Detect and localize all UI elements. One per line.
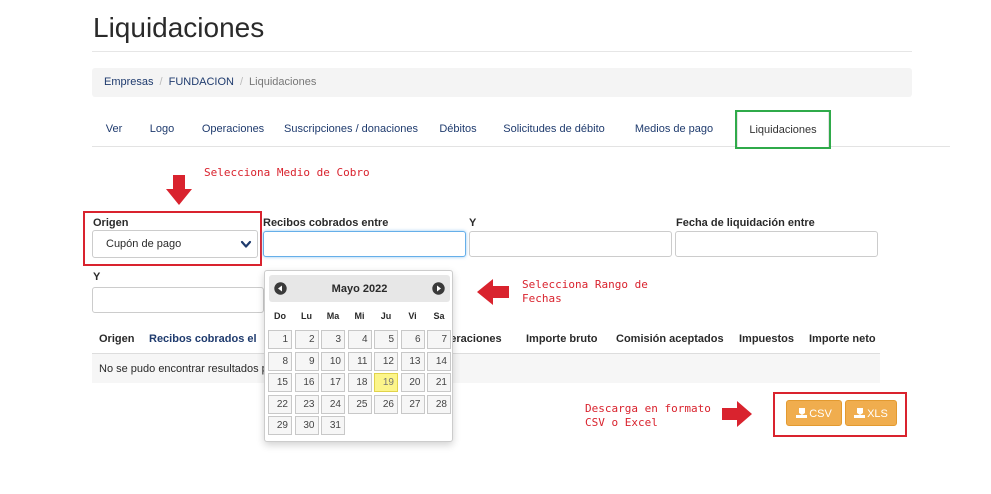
tab-debitos[interactable]: Débitos (424, 111, 492, 147)
calendar-day[interactable]: 1 (268, 330, 292, 349)
recibos-label: Recibos cobrados entre (263, 217, 389, 229)
liquidacion-label: Fecha de liquidación entre (676, 217, 815, 229)
calendar-day[interactable]: 30 (294, 416, 319, 435)
breadcrumb-separator: / (239, 76, 244, 88)
weekday-label: Ju (380, 311, 392, 321)
datepicker-month: Mayo 2022 (331, 283, 388, 295)
weekday-label: Sa (433, 311, 445, 321)
calendar-day[interactable]: 8 (268, 351, 292, 371)
calendar-day[interactable]: 24 (321, 394, 345, 414)
calendar-day[interactable]: 18 (347, 373, 372, 392)
tab-ver[interactable]: Ver (92, 111, 136, 147)
recibos-hasta-label: Y (469, 217, 477, 229)
column-comision-aceptados[interactable]: Comisión aceptados (616, 333, 724, 345)
calendar-day[interactable]: 27 (400, 394, 425, 414)
empty-results-row: No se pudo encontrar resultados p (92, 354, 880, 383)
weekday-label: Ma (326, 311, 340, 321)
datepicker-next-icon[interactable] (432, 282, 445, 295)
column-importe-neto[interactable]: Importe neto (809, 333, 876, 345)
calendar-day[interactable]: 12 (374, 351, 398, 371)
breadcrumb-empresas[interactable]: Empresas (104, 76, 154, 88)
recibos-hasta-input[interactable] (469, 231, 672, 257)
arrow-right-icon (722, 401, 752, 427)
annotation-rango-fechas: Selecciona Rango de Fechas (522, 278, 648, 306)
recibos-desde-input[interactable] (263, 231, 466, 257)
annotation-rango-fechas-line2: Fechas (522, 292, 562, 305)
column-recibos-cobrados[interactable]: Recibos cobrados el (149, 333, 257, 345)
table-header: Origen Recibos cobrados el Operaciones I… (92, 326, 880, 354)
calendar-day[interactable]: 4 (347, 330, 372, 349)
annotation-medio-cobro: Selecciona Medio de Cobro (204, 166, 370, 179)
calendar-day[interactable]: 22 (268, 394, 292, 414)
calendar-day[interactable]: 23 (294, 394, 319, 414)
page-title: Liquidaciones (93, 12, 265, 43)
calendar-day[interactable]: 29 (268, 416, 292, 435)
calendar-day[interactable]: 5 (374, 330, 398, 349)
calendar-day[interactable]: 16 (294, 373, 319, 392)
breadcrumb: Empresas / FUNDACION / Liquidaciones (92, 68, 912, 97)
calendar-day[interactable]: 11 (347, 351, 372, 371)
calendar-day[interactable]: 15 (268, 373, 292, 392)
calendar-day[interactable]: 17 (321, 373, 345, 392)
calendar-day[interactable]: 14 (427, 351, 451, 371)
breadcrumb-separator: / (159, 76, 163, 88)
column-importe-bruto[interactable]: Importe bruto (526, 333, 598, 345)
calendar-day[interactable]: 2 (294, 330, 319, 349)
liquidacion-hasta-label: Y (93, 271, 101, 283)
datepicker-header: Mayo 2022 (269, 275, 450, 302)
weekday-label: Mi (354, 311, 365, 321)
annotation-descarga: Descarga en formato CSV o Excel (585, 402, 711, 430)
datepicker-popup: Mayo 2022 Do Lu Ma Mi Ju Vi Sa 1 2 3 4 5 6 7 8 9 10 11 12… (264, 270, 453, 442)
calendar-day[interactable]: 3 (321, 330, 345, 349)
annotation-rango-fechas-line1: Selecciona Rango de (522, 278, 648, 291)
active-tab-highlight (735, 110, 831, 149)
calendar-day[interactable]: 7 (427, 330, 451, 349)
breadcrumb-current: Liquidaciones (249, 76, 317, 88)
calendar-day[interactable]: 6 (400, 330, 425, 349)
annotation-descarga-line2: CSV o Excel (585, 416, 658, 429)
column-origen[interactable]: Origen (99, 333, 134, 345)
calendar-day[interactable]: 10 (321, 351, 345, 371)
weekday-label: Do (274, 311, 286, 321)
liquidacion-hasta-input[interactable] (92, 287, 264, 313)
breadcrumb-fundacion[interactable]: FUNDACION (169, 76, 234, 88)
calendar-day[interactable]: 21 (427, 373, 451, 392)
calendar-day[interactable]: 9 (294, 351, 319, 371)
tab-operaciones[interactable]: Operaciones (188, 111, 278, 147)
tab-solicitudes-debito[interactable]: Solicitudes de débito (492, 111, 616, 147)
annotation-descarga-line1: Descarga en formato (585, 402, 711, 415)
calendar-day[interactable]: 13 (400, 351, 425, 371)
weekday-label: Vi (408, 311, 417, 321)
origen-highlight-box (83, 211, 262, 266)
calendar-day[interactable]: 28 (427, 394, 451, 414)
weekday-label: Lu (301, 311, 312, 321)
column-impuestos[interactable]: Impuestos (739, 333, 794, 345)
title-divider (92, 51, 912, 52)
calendar-day[interactable]: 20 (400, 373, 425, 392)
calendar-day-today[interactable]: 19 (374, 373, 398, 392)
tab-medios-de-pago[interactable]: Medios de pago (616, 111, 732, 147)
arrow-down-icon (166, 175, 192, 205)
calendar-day[interactable]: 31 (321, 416, 345, 435)
liquidacion-desde-input[interactable] (675, 231, 878, 257)
export-highlight-box (773, 392, 907, 437)
tab-logo[interactable]: Logo (136, 111, 188, 147)
calendar-day[interactable]: 25 (347, 394, 372, 414)
arrow-left-icon (477, 279, 509, 305)
calendar-day[interactable]: 26 (374, 394, 398, 414)
tab-suscripciones[interactable]: Suscripciones / donaciones (278, 111, 424, 147)
